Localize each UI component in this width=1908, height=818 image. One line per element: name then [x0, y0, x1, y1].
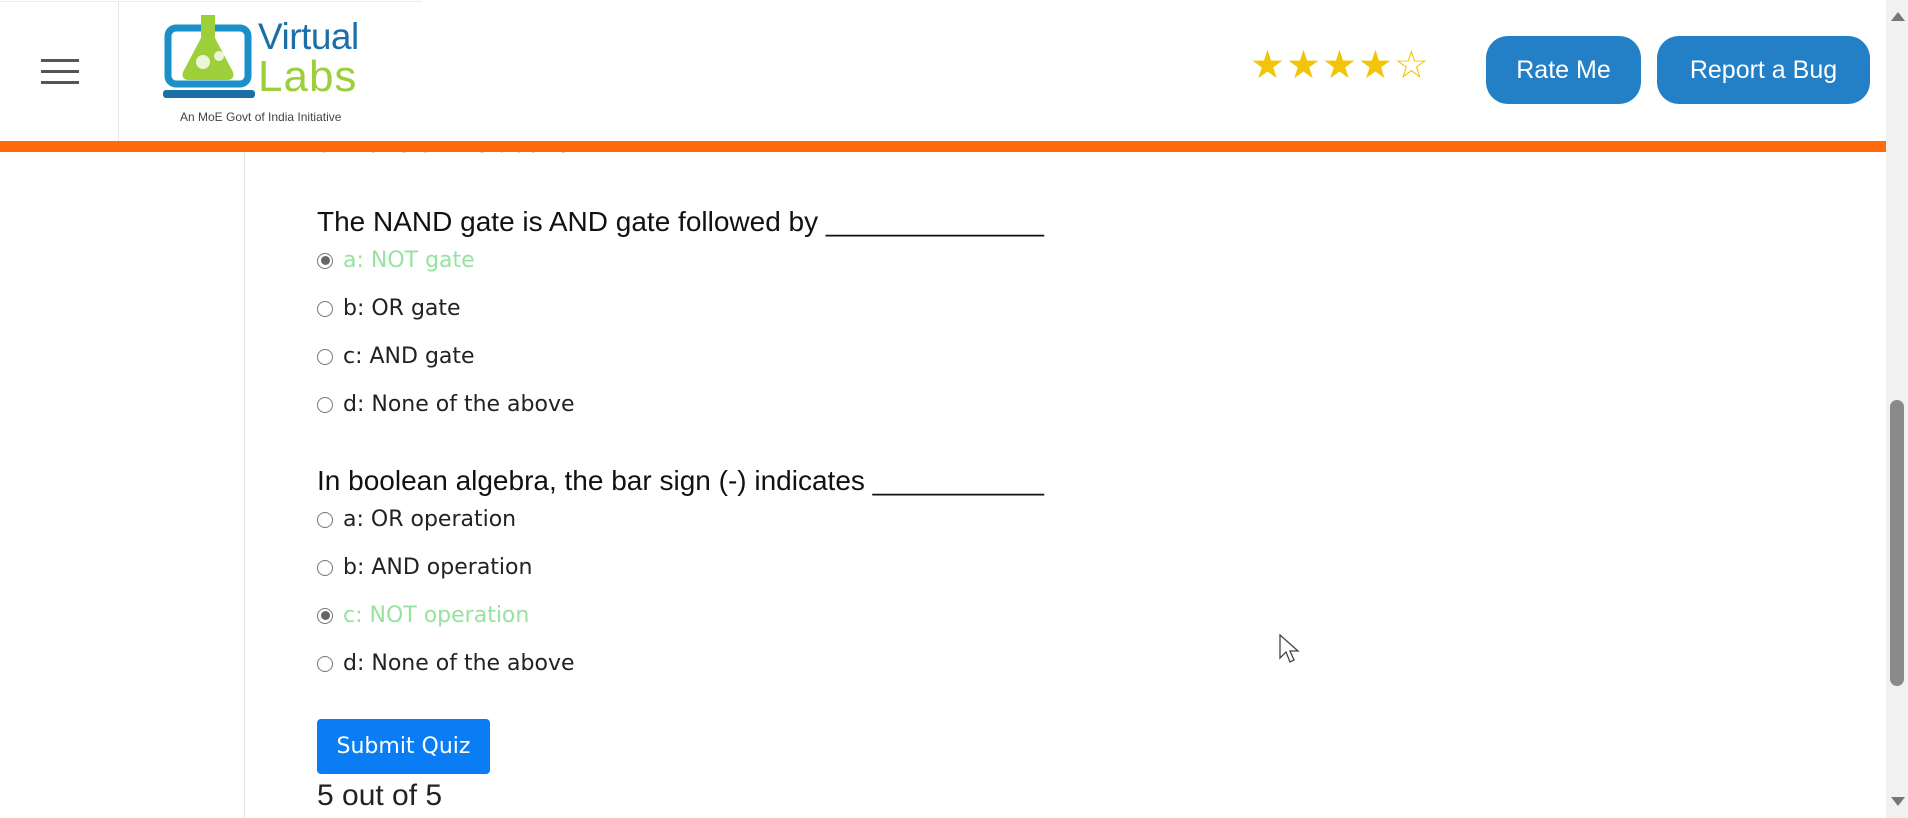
hamburger-icon[interactable] — [40, 51, 79, 92]
question-2-option-c[interactable]: c: NOT operation — [317, 603, 529, 628]
scroll-down-arrow-icon[interactable] — [1891, 797, 1905, 806]
mouse-cursor-icon — [1279, 634, 1300, 663]
option-label: c: NOT operation — [343, 603, 530, 628]
star-filled-icon[interactable]: ★ — [1358, 46, 1393, 86]
radio-button[interactable] — [317, 607, 333, 624]
radio-button[interactable] — [317, 300, 333, 317]
option-label: c: AND gate — [343, 344, 475, 369]
option-label: a: OR operation — [343, 507, 517, 532]
quiz-score: 5 out of 5 — [317, 779, 443, 812]
question-1-option-b[interactable]: b: OR gate — [317, 296, 461, 321]
vertical-scrollbar[interactable] — [1886, 0, 1908, 818]
question-2-text: In boolean algebra, the bar sign (-) ind… — [317, 465, 1044, 496]
question-1-option-d[interactable]: d: None of the above — [317, 392, 575, 417]
left-column — [0, 152, 245, 818]
option-label: a: NOT gate — [343, 248, 475, 273]
radio-button[interactable] — [317, 396, 333, 413]
option-label: d: None of the above — [343, 392, 575, 417]
question-2-option-d[interactable]: d: None of the above — [317, 651, 575, 676]
radio-button[interactable] — [317, 655, 333, 672]
radio-button[interactable] — [317, 559, 333, 576]
site-header: Virtual Labs An MoE Govt of India Initia… — [0, 0, 1886, 142]
question-2-option-b[interactable]: b: AND operation — [317, 555, 532, 580]
option-label: b: AND operation — [343, 555, 533, 580]
star-filled-icon[interactable]: ★ — [1322, 46, 1357, 86]
header-divider — [0, 141, 1886, 152]
radio-button[interactable] — [317, 511, 333, 528]
rating-stars[interactable]: ★ ★ ★ ★ ☆ — [1250, 46, 1429, 86]
menu-button[interactable] — [1, 1, 119, 141]
option-label: b: OR gate — [343, 296, 461, 321]
logo-text-labs: Labs — [258, 52, 358, 101]
star-filled-icon[interactable]: ★ — [1250, 46, 1285, 86]
virtual-labs-logo-icon — [163, 15, 255, 98]
star-filled-icon[interactable]: ★ — [1286, 46, 1321, 86]
scrollbar-thumb[interactable] — [1890, 400, 1904, 686]
submit-quiz-button[interactable]: Submit Quiz — [317, 719, 490, 774]
question-1-text: The NAND gate is AND gate followed by __… — [317, 206, 1044, 237]
radio-button[interactable] — [317, 252, 333, 269]
star-empty-icon[interactable]: ☆ — [1394, 46, 1429, 86]
option-label: d: None of the above — [343, 651, 575, 676]
radio-button[interactable] — [317, 348, 333, 365]
question-1-option-c[interactable]: c: AND gate — [317, 344, 475, 369]
logo-tagline: An MoE Govt of India Initiative — [180, 110, 342, 124]
scroll-up-arrow-icon[interactable] — [1891, 12, 1905, 21]
rate-me-button[interactable]: Rate Me — [1486, 36, 1641, 104]
report-bug-button[interactable]: Report a Bug — [1657, 36, 1870, 104]
question-1-option-a[interactable]: a: NOT gate — [317, 248, 475, 273]
question-2-option-a[interactable]: a: OR operation — [317, 507, 516, 532]
